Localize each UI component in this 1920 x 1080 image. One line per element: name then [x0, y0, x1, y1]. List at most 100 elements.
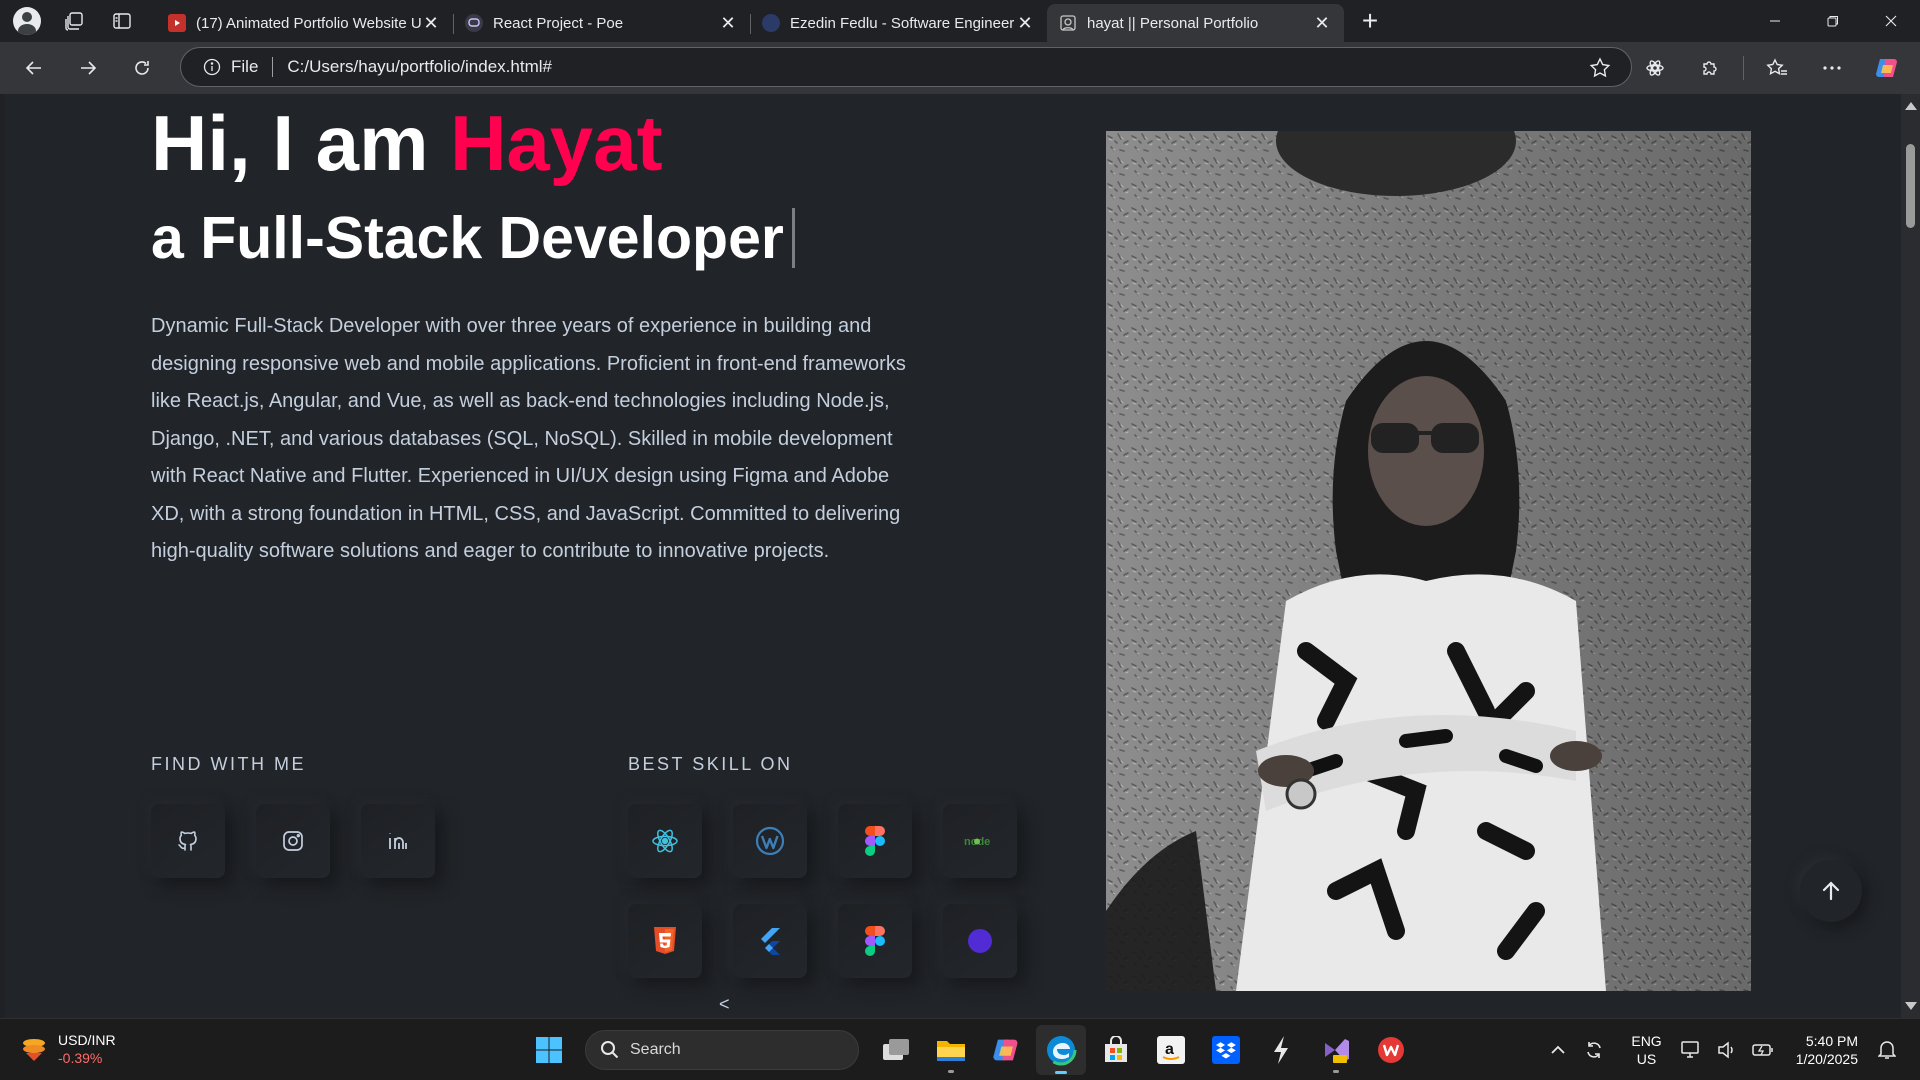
taskbar-search[interactable]: Search: [585, 1030, 859, 1070]
info-icon[interactable]: [203, 58, 221, 76]
hero-description: Dynamic Full-Stack Developer with over t…: [151, 315, 906, 562]
taskbar-apps: Search a: [524, 1025, 1421, 1075]
plus-icon: +: [1361, 5, 1379, 36]
tab-title: (17) Animated Portfolio Website U: [196, 14, 421, 32]
profile-button[interactable]: [10, 4, 44, 38]
hero-name: Hayat: [450, 99, 663, 187]
favorite-star-icon[interactable]: [1589, 57, 1611, 79]
visual-studio-button[interactable]: [1311, 1025, 1361, 1075]
settings-more-button[interactable]: [1810, 46, 1854, 90]
back-to-top-button[interactable]: [1800, 860, 1862, 922]
clock[interactable]: 5:40 PM 1/20/2025: [1796, 1032, 1858, 1068]
input-language-indicator[interactable]: ENG US: [1631, 1032, 1661, 1068]
tab-ezedin[interactable]: Ezedin Fedlu - Software Engineer ✕: [750, 4, 1047, 42]
skill-react[interactable]: [628, 804, 702, 878]
search-placeholder: Search: [630, 1041, 681, 1058]
tab-poe[interactable]: React Project - Poe ✕: [453, 4, 750, 42]
battery-button[interactable]: [1748, 1035, 1778, 1065]
skill-node[interactable]: node: [943, 804, 1017, 878]
tab-title: Ezedin Fedlu - Software Engineer: [790, 14, 1015, 32]
show-hidden-icons-button[interactable]: [1543, 1035, 1573, 1065]
arrow-right-icon: [81, 61, 97, 75]
scroll-up-arrow-icon[interactable]: [1905, 102, 1917, 110]
minimize-button[interactable]: [1746, 0, 1804, 42]
refresh-button[interactable]: [122, 48, 162, 88]
copilot-taskbar-button[interactable]: [981, 1025, 1031, 1075]
instagram-icon: [283, 831, 303, 851]
bolt-app-button[interactable]: [1256, 1025, 1306, 1075]
skill-dotnet[interactable]: [943, 904, 1017, 978]
back-button[interactable]: [14, 48, 54, 88]
copilot-icon: [1876, 59, 1897, 77]
close-icon[interactable]: ✕: [718, 13, 738, 33]
tab-strip: (17) Animated Portfolio Website U ✕ Reac…: [0, 0, 1920, 42]
start-button[interactable]: [524, 1025, 574, 1075]
skill-wordpress[interactable]: [733, 804, 807, 878]
figma-icon: [865, 826, 885, 856]
address-bar[interactable]: File C:/Users/hayu/portfolio/index.html#: [180, 47, 1632, 87]
dropbox-button[interactable]: [1201, 1025, 1251, 1075]
page-viewport: Hi, I am Hayat a Full-Stack Developer Dy…: [5, 94, 1901, 1018]
currency-widget[interactable]: USD/INR -0.39%: [20, 1031, 116, 1067]
wps-office-button[interactable]: [1366, 1025, 1416, 1075]
network-button[interactable]: [1676, 1035, 1706, 1065]
skill-figma-2[interactable]: [838, 904, 912, 978]
search-icon: [601, 1041, 619, 1059]
restore-button[interactable]: [1804, 0, 1862, 42]
extension-button[interactable]: [1633, 46, 1677, 90]
notifications-button[interactable]: [1872, 1035, 1902, 1065]
react-icon: [652, 829, 678, 853]
sync-icon: [1587, 1042, 1602, 1058]
tab-youtube[interactable]: (17) Animated Portfolio Website U ✕: [156, 4, 453, 42]
skill-figma[interactable]: [838, 804, 912, 878]
volume-button[interactable]: [1712, 1035, 1742, 1065]
tab-portfolio[interactable]: hayat || Personal Portfolio ✕: [1047, 4, 1344, 42]
monitor-network-icon: [1680, 1041, 1699, 1058]
profile-photo: [1106, 131, 1751, 991]
youtube-icon: [168, 14, 186, 32]
clock-time: 5:40 PM: [1805, 1033, 1858, 1049]
svg-text:a: a: [1165, 1041, 1174, 1058]
close-icon[interactable]: ✕: [1015, 13, 1035, 33]
close-icon[interactable]: ✕: [421, 13, 441, 33]
extensions-button[interactable]: [1688, 46, 1732, 90]
skill-html5[interactable]: [628, 904, 702, 978]
poe-icon: [465, 14, 483, 32]
url-text[interactable]: C:/Users/hayu/portfolio/index.html#: [287, 57, 552, 77]
scrollbar-thumb[interactable]: [1906, 144, 1915, 228]
browser-toolbar: File C:/Users/hayu/portfolio/index.html#: [0, 42, 1920, 94]
close-icon[interactable]: ✕: [1312, 13, 1332, 33]
battery-charging-icon: [1751, 1044, 1773, 1056]
hero-role: a Full-Stack Developer: [151, 204, 795, 272]
sync-button[interactable]: [1579, 1035, 1609, 1065]
scroll-down-arrow-icon[interactable]: [1905, 1002, 1917, 1010]
puzzle-icon: [1703, 61, 1717, 75]
close-window-button[interactable]: [1862, 0, 1920, 42]
favorites-button[interactable]: [1755, 46, 1799, 90]
linkedin-link[interactable]: [361, 804, 435, 878]
skill-flutter[interactable]: [733, 904, 807, 978]
instagram-link[interactable]: [256, 804, 330, 878]
file-explorer-button[interactable]: [926, 1025, 976, 1075]
favorites-list-icon: [1766, 58, 1787, 75]
site-scheme-label[interactable]: File: [231, 57, 258, 77]
wps-office-icon: [1378, 1037, 1404, 1063]
microsoft-store-button[interactable]: [1091, 1025, 1141, 1075]
more-horizontal-icon: [1823, 66, 1841, 70]
skills-more-indicator[interactable]: <: [719, 994, 730, 1015]
task-view-button[interactable]: [871, 1025, 921, 1075]
edge-button[interactable]: [1036, 1025, 1086, 1075]
vertical-tabs-button[interactable]: [104, 3, 140, 39]
github-link[interactable]: [151, 804, 225, 878]
clock-date: 1/20/2025: [1795, 1051, 1858, 1067]
amazon-button[interactable]: a: [1146, 1025, 1196, 1075]
windows-logo-icon: [536, 1037, 562, 1063]
language-code: ENG: [1631, 1033, 1662, 1049]
gear-flower-icon: [1646, 60, 1664, 76]
copilot-button[interactable]: [1865, 46, 1909, 90]
new-tab-button[interactable]: +: [1352, 3, 1388, 39]
page-scrollbar[interactable]: [1901, 94, 1920, 1018]
hero-greeting: Hi, I am Hayat: [151, 98, 663, 189]
workspaces-button[interactable]: [56, 3, 92, 39]
forward-button[interactable]: [68, 48, 108, 88]
